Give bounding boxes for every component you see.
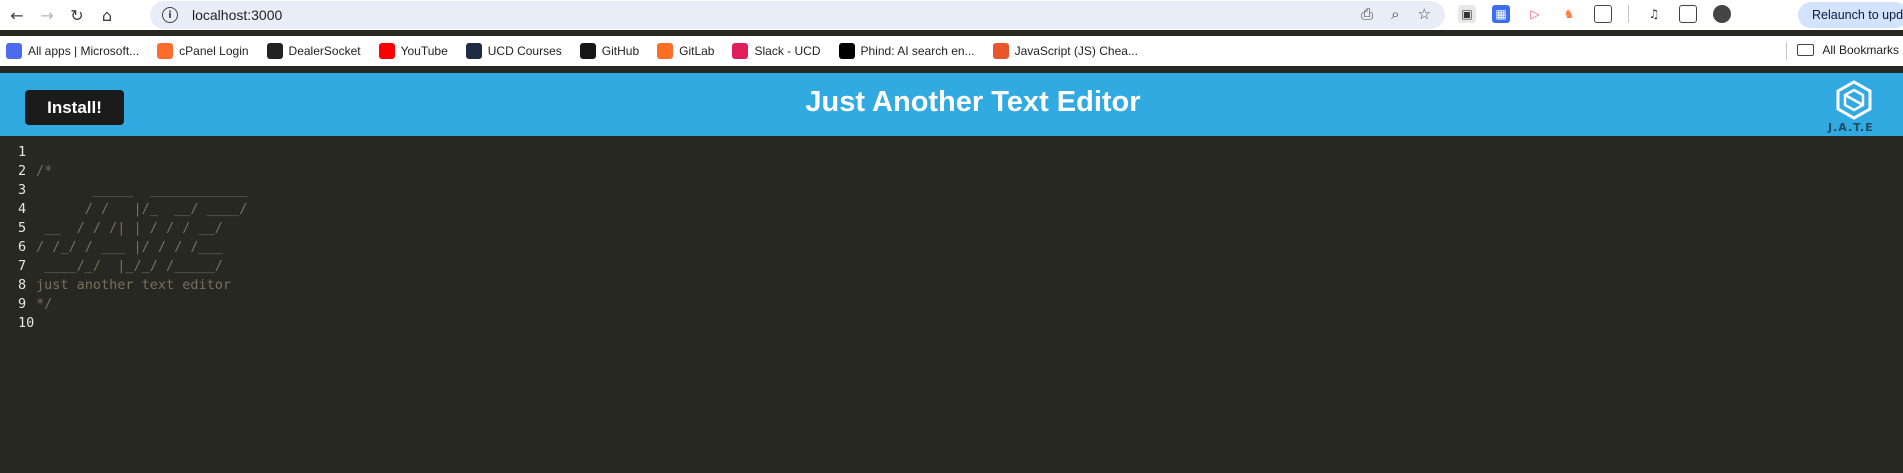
bookmarks-bar: All apps | Microsoft... cPanel Login Deale… <box>0 36 1903 66</box>
line-number: 5 <box>18 220 27 236</box>
code-editor[interactable]: 1 2/* 3 _____ ____________ 4 / / |/_ __/ __… <box>0 136 1903 473</box>
editor-line[interactable]: 5 __ / / /| | / / / __/ <box>0 219 1903 238</box>
page-title: Just Another Text Editor <box>805 86 1141 118</box>
microsoft-apps-icon <box>6 43 22 59</box>
extension-1-icon[interactable]: ▣ <box>1458 5 1476 23</box>
app-header: Install! Just Another Text Editor J.A.T.… <box>0 73 1903 136</box>
bookmarks-divider <box>1786 42 1787 60</box>
line-number: 2 <box>18 163 27 179</box>
line-number: 1 <box>18 144 27 160</box>
line-text[interactable]: /* <box>36 162 52 181</box>
line-text[interactable]: */ <box>36 295 52 314</box>
extension-play-icon[interactable]: ▷ <box>1526 5 1544 23</box>
dealersocket-icon <box>266 43 283 59</box>
bookmark-item[interactable]: GitHub <box>579 43 640 59</box>
bookmark-item[interactable]: JavaScript (JS) Chea... <box>992 43 1138 59</box>
ucd-courses-icon <box>465 43 482 59</box>
all-bookmarks-label: All Bookmarks <box>1822 43 1899 57</box>
profile-avatar[interactable] <box>1713 5 1731 23</box>
editor-line[interactable]: 3 _____ ____________ <box>0 181 1903 200</box>
bookmark-label: Slack - UCD <box>754 44 821 58</box>
bookmark-label: JavaScript (JS) Chea... <box>1014 44 1138 58</box>
editor-line[interactable]: 1 <box>0 143 1903 162</box>
gitlab-icon <box>657 43 674 59</box>
bookmark-label: Phind: AI search en... <box>860 44 975 58</box>
zoom-icon[interactable]: ⌕ <box>1391 5 1399 23</box>
side-panel-icon[interactable] <box>1679 5 1697 23</box>
javascript-cheatsheet-icon <box>992 43 1009 59</box>
line-text[interactable]: / / |/_ __/ ____/ <box>36 200 248 219</box>
editor-line[interactable]: 8 just another text editor <box>0 276 1903 295</box>
back-arrow-icon[interactable]: ← <box>2 0 32 30</box>
bookmark-item[interactable]: Slack - UCD <box>732 43 821 59</box>
line-text[interactable]: _____ ____________ <box>36 181 247 200</box>
site-info-icon[interactable]: i <box>162 7 178 23</box>
extension-grid-icon[interactable]: ▦ <box>1492 5 1510 23</box>
home-icon[interactable]: ⌂ <box>92 0 122 30</box>
bookmark-label: UCD Courses <box>487 44 562 58</box>
editor-line[interactable]: 2 /* <box>0 162 1903 181</box>
bookmark-label: GitLab <box>679 44 715 58</box>
editor-line[interactable]: 6 / /_/ / ___ |/ / / /___ <box>0 238 1903 257</box>
line-number: 7 <box>18 258 27 274</box>
reload-icon[interactable]: ↻ <box>62 0 92 30</box>
toolbar-divider <box>1628 5 1629 23</box>
line-number: 8 <box>18 277 27 293</box>
logo-text: J.A.T.E <box>1828 121 1874 134</box>
forward-arrow-icon[interactable]: → <box>32 0 62 30</box>
line-number: 10 <box>18 315 35 331</box>
github-icon <box>579 43 596 59</box>
all-bookmarks-button[interactable]: All Bookmarks <box>1797 43 1899 57</box>
line-text[interactable]: __ / / /| | / / / __/ <box>36 219 223 238</box>
bookmark-item[interactable]: GitLab <box>657 43 714 59</box>
line-text[interactable]: ____/_/ |_/_/ /_____/ <box>36 257 223 276</box>
slack-icon <box>732 43 749 59</box>
bookmark-label: GitHub <box>601 44 640 58</box>
bookmark-item[interactable]: Phind: AI search en... <box>838 43 975 59</box>
cpanel-icon <box>157 43 174 59</box>
url-text[interactable]: localhost:3000 <box>192 7 282 23</box>
editor-line[interactable]: 4 / / |/_ __/ ____/ <box>0 200 1903 219</box>
bookmark-label: cPanel Login <box>179 44 249 58</box>
bookmark-item[interactable]: YouTube <box>378 43 448 59</box>
extensions-puzzle-icon[interactable] <box>1594 5 1612 23</box>
bookmark-item[interactable]: cPanel Login <box>157 43 249 59</box>
phind-icon <box>838 43 855 59</box>
line-text[interactable]: / /_/ / ___ |/ / / /___ <box>36 238 223 257</box>
bookmark-star-icon[interactable]: ☆ <box>1418 5 1431 23</box>
bookmark-label: YouTube <box>400 44 448 58</box>
line-number: 6 <box>18 239 27 255</box>
address-bar[interactable]: i localhost:3000 ⎙ ⌕ ☆ <box>150 1 1445 29</box>
editor-line[interactable]: 9 */ <box>0 295 1903 314</box>
install-app-icon[interactable]: ⎙ <box>1361 5 1373 23</box>
media-controls-icon[interactable]: ♫ <box>1645 5 1663 23</box>
browser-toolbar: ← → ↻ ⌂ i localhost:3000 ⎙ ⌕ ☆ ▣ ▦ ▷ ♞ ♫… <box>0 0 1903 30</box>
editor-line[interactable]: 10 <box>0 314 1903 333</box>
extension-figure-icon[interactable]: ♞ <box>1560 5 1578 23</box>
line-text[interactable]: just another text editor <box>36 276 231 295</box>
youtube-icon <box>378 43 395 59</box>
line-number: 3 <box>18 182 27 198</box>
bookmark-label: DealerSocket <box>288 44 361 58</box>
bookmark-item[interactable]: All apps | Microsoft... <box>6 43 139 59</box>
relaunch-button[interactable]: Relaunch to update <box>1798 2 1903 28</box>
folder-icon <box>1797 44 1815 56</box>
editor-line[interactable]: 7 ____/_/ |_/_/ /_____/ <box>0 257 1903 276</box>
bookmark-label: All apps | Microsoft... <box>28 44 140 58</box>
line-number: 4 <box>18 201 27 217</box>
bookmark-item[interactable]: UCD Courses <box>465 43 562 59</box>
line-number: 9 <box>18 296 27 312</box>
bookmark-item[interactable]: DealerSocket <box>266 43 361 59</box>
